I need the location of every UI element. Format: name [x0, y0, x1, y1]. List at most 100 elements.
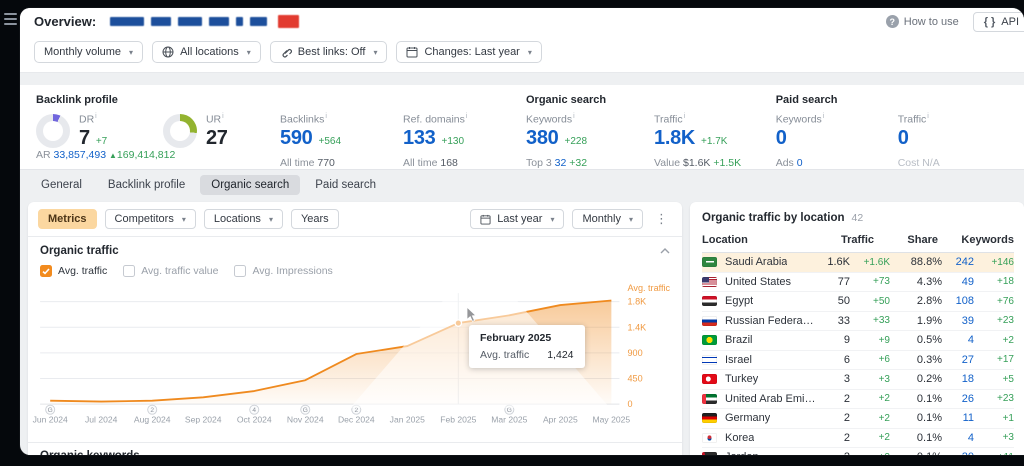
chevron-down-icon: ▾: [268, 214, 273, 224]
braces-icon: { }: [983, 15, 997, 28]
collapse-chevron-icon[interactable]: [660, 248, 670, 254]
traffic-value: 1.6K: [827, 256, 850, 269]
info-icon: i: [683, 113, 686, 120]
checkbox-avg-traffic-value[interactable]: Avg. traffic value: [123, 265, 218, 277]
traffic-by-location-card: Organic traffic by location 42 Location …: [690, 202, 1024, 455]
keywords-value[interactable]: 27: [942, 354, 974, 366]
all-locations-dropdown[interactable]: All locations ▾: [152, 41, 261, 63]
svg-text:Oct 2024: Oct 2024: [237, 414, 272, 424]
keywords-value[interactable]: 26: [942, 393, 974, 405]
svg-text:2: 2: [354, 407, 358, 414]
traffic-change: +33: [873, 315, 890, 327]
metrics-panel: Backlink profile DRi 7 +7 URi 27 Backlin…: [20, 85, 1024, 170]
keywords-change: +76: [997, 295, 1014, 307]
more-options-icon[interactable]: ⋮: [651, 211, 672, 227]
traffic-change: +3: [878, 373, 890, 385]
checkbox-avg-traffic[interactable]: Avg. traffic: [40, 265, 107, 277]
traffic-value: 77: [837, 275, 850, 288]
checked-checkbox-icon: [40, 265, 52, 277]
keywords-value[interactable]: 20: [942, 451, 974, 455]
tab-general[interactable]: General: [30, 175, 93, 195]
table-row-ru[interactable]: Russian Federation 33 +33 1.9% 39 +23: [702, 312, 1014, 331]
paid-traffic-value[interactable]: 0: [898, 127, 909, 150]
keywords-value[interactable]: 18: [942, 373, 974, 385]
info-icon: i: [822, 113, 825, 120]
chevron-down-icon: ▾: [181, 214, 186, 224]
api-button[interactable]: { } API: [972, 11, 1024, 32]
paid-search-title: Paid search: [775, 94, 838, 106]
table-row-eg[interactable]: Egypt 50 +50 2.8% 108 +76: [702, 292, 1014, 312]
organic-keywords-value[interactable]: 380: [526, 127, 559, 150]
how-to-use-link[interactable]: ? How to use: [885, 15, 959, 28]
paid-keywords-value[interactable]: 0: [776, 127, 787, 150]
dr-value: 7: [79, 126, 90, 149]
unchecked-checkbox-icon: [234, 265, 247, 277]
table-row-ae[interactable]: United Arab Emirates 2 +2 0.1%26 +23: [702, 390, 1014, 409]
table-row-us[interactable]: United States 77 +73 4.3% 49 +18: [702, 273, 1014, 292]
table-row-il[interactable]: Israel 6 +6 0.3% 27 +17: [702, 351, 1014, 370]
date-range-dropdown[interactable]: Last year ▾: [470, 209, 565, 229]
keywords-value[interactable]: 39: [942, 315, 974, 327]
keywords-change: +5: [1002, 373, 1014, 385]
question-icon: ?: [885, 15, 899, 28]
years-button[interactable]: Years: [290, 209, 339, 229]
flag-icon-de: [702, 413, 717, 424]
checkbox-avg-impressions[interactable]: Avg. Impressions: [234, 265, 333, 277]
tab-backlink-profile[interactable]: Backlink profile: [97, 175, 196, 195]
up-arrow-icon: ▲: [109, 151, 117, 160]
keywords-value[interactable]: 242: [942, 256, 974, 268]
competitors-dropdown[interactable]: Competitors ▾: [104, 209, 196, 229]
location-cell: Germany: [702, 412, 816, 424]
ur-value: 27: [205, 126, 228, 149]
paid-traffic-metric: Traffici 0 Cost N/A: [897, 113, 940, 169]
organic-traffic-value[interactable]: 1.8K: [654, 127, 695, 150]
locations-dropdown[interactable]: Locations ▾: [203, 209, 283, 229]
best-links-dropdown[interactable]: Best links: Off ▾: [269, 41, 388, 63]
table-row-tr[interactable]: Turkey 3 +3 0.2% 18 +5: [702, 370, 1014, 390]
menu-icon[interactable]: [4, 13, 17, 25]
paid-keywords-metric: Keywordsi 0 Ads 0: [775, 113, 825, 169]
organic-traffic-chart[interactable]: Avg. traffic 1.8K 1.4K 900 450 0 Jun 2024 Jul 2…: [28, 279, 682, 440]
table-row-jo[interactable]: Jordan2+20.1%20+11: [702, 448, 1014, 455]
tab-organic-search[interactable]: Organic search: [200, 175, 301, 195]
site-favicon: [278, 15, 300, 28]
info-icon: i: [325, 113, 327, 120]
monthly-volume-dropdown[interactable]: Monthly volume ▾: [34, 41, 144, 63]
table-row-sa[interactable]: Saudi Arabia 1.6K +1.6K 88.8% 242 +146: [702, 253, 1014, 273]
backlinks-value[interactable]: 590: [280, 127, 313, 150]
flag-icon-ae: [702, 393, 717, 404]
metrics-button[interactable]: Metrics: [38, 209, 97, 229]
traffic-value: 6: [843, 353, 850, 366]
keywords-value[interactable]: 108: [942, 295, 974, 307]
granularity-dropdown[interactable]: Monthly ▾: [572, 209, 643, 229]
traffic-value: 50: [837, 295, 850, 308]
svg-text:2: 2: [150, 407, 154, 414]
share-value: 0.1%: [916, 431, 942, 444]
share-value: 0.1%: [916, 412, 942, 425]
redacted-domain: [110, 15, 300, 28]
table-row-kr[interactable]: Korea 2 +2 0.1% 4 +3: [702, 429, 1014, 448]
changes-dropdown[interactable]: Changes: Last year ▾: [396, 41, 542, 63]
table-row-br[interactable]: Brazil 9 +9 0.5% 4 +2: [702, 331, 1014, 351]
location-cell: United Arab Emirates: [702, 393, 816, 405]
keywords-value[interactable]: 4: [942, 432, 974, 444]
unchecked-checkbox-icon: [123, 265, 136, 277]
table-row-de[interactable]: Germany 2 +2 0.1% 11 +1: [702, 409, 1014, 429]
location-cell: Brazil: [702, 334, 816, 346]
tab-paid-search[interactable]: Paid search: [304, 175, 387, 195]
location-cell: Russian Federation: [702, 315, 816, 327]
keywords-change: +2: [1002, 334, 1014, 346]
traffic-change: +2: [878, 432, 890, 444]
location-cell: Jordan: [702, 451, 816, 455]
traffic-value: 2: [843, 431, 850, 444]
keywords-value[interactable]: 49: [942, 276, 974, 288]
keywords-value[interactable]: 11: [942, 412, 974, 424]
app-window: Overview: ? How to use { } API Monthly v…: [20, 8, 1024, 455]
calendar-icon: [406, 46, 418, 58]
svg-text:450: 450: [628, 374, 643, 384]
share-value: 4.3%: [916, 275, 942, 288]
keywords-value[interactable]: 4: [942, 334, 974, 346]
ref-domains-value[interactable]: 133: [403, 127, 436, 150]
svg-text:Jul 2024: Jul 2024: [85, 414, 118, 424]
page-title: Overview:: [34, 14, 97, 29]
